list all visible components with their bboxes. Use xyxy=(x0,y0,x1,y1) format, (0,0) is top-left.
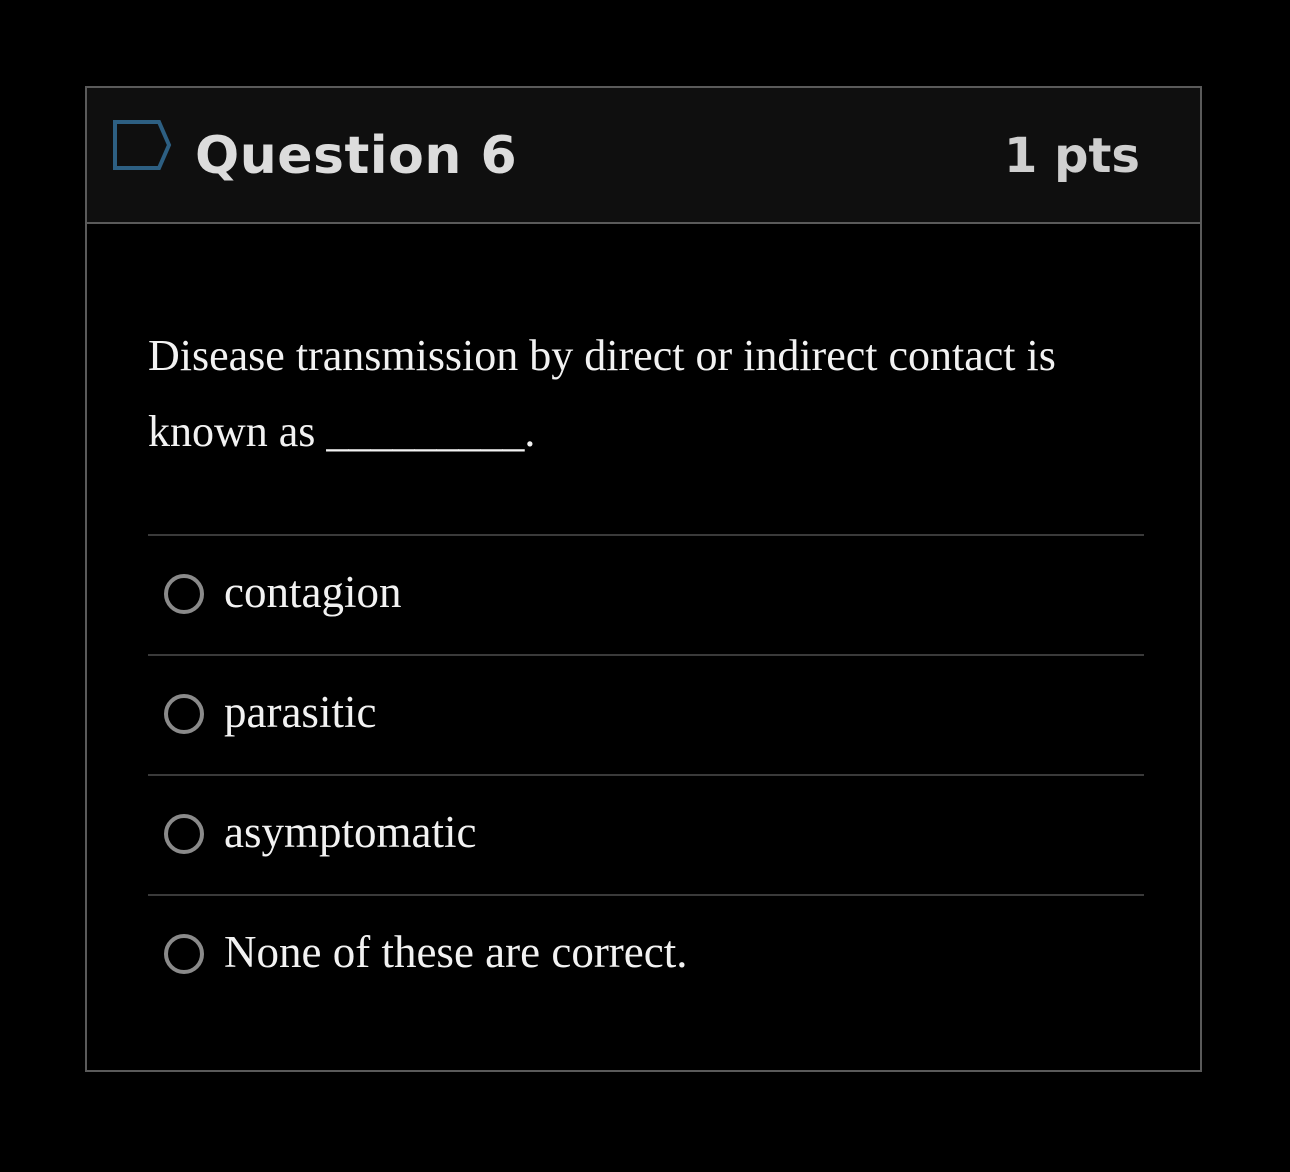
flag-icon[interactable] xyxy=(111,118,175,172)
answer-label[interactable]: None of these are correct. xyxy=(224,922,688,982)
answer-option[interactable]: parasitic xyxy=(148,654,1144,774)
answer-option[interactable]: None of these are correct. xyxy=(148,894,1144,1014)
answer-option[interactable]: contagion xyxy=(148,534,1144,654)
answer-list: contagion parasitic asymptomatic None of… xyxy=(148,534,1144,1014)
question-header: Question 6 1 pts xyxy=(87,88,1200,224)
answer-option[interactable]: asymptomatic xyxy=(148,774,1144,894)
radio-button[interactable] xyxy=(164,814,204,854)
answer-label[interactable]: asymptomatic xyxy=(224,802,476,862)
answer-label[interactable]: parasitic xyxy=(224,682,376,742)
question-text: Disease transmission by direct or indire… xyxy=(148,331,1056,456)
question-title: Question 6 xyxy=(195,126,518,186)
radio-button[interactable] xyxy=(164,574,204,614)
question-card: Question 6 1 pts Disease transmission by… xyxy=(85,86,1202,1072)
radio-button[interactable] xyxy=(164,934,204,974)
question-points: 1 pts xyxy=(1004,128,1140,184)
answer-label[interactable]: contagion xyxy=(224,562,401,622)
radio-button[interactable] xyxy=(164,694,204,734)
